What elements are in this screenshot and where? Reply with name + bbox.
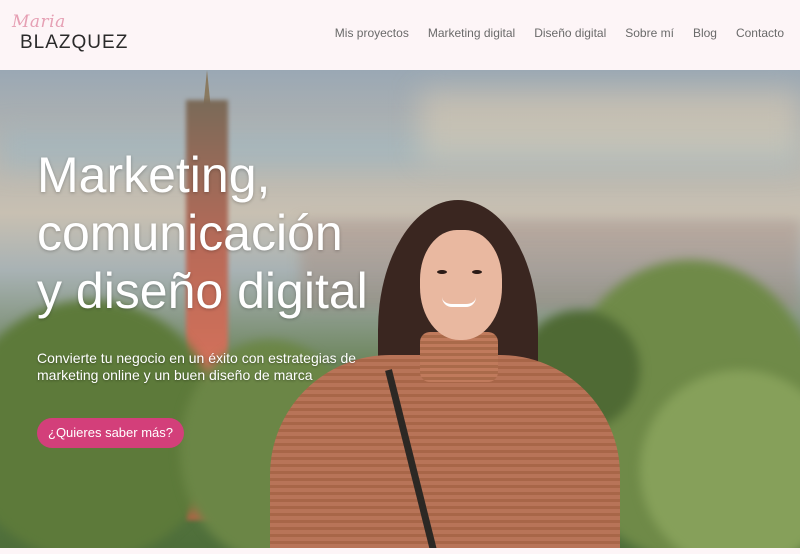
logo-script-text: Maria [12,12,66,32]
nav-item-marketing-digital[interactable]: Marketing digital [428,26,515,40]
cta-button[interactable]: ¿Quieres saber más? [37,418,184,448]
person-face [420,230,502,340]
logo-name-text: BLAZQUEZ [20,32,129,53]
hero-subtitle: Convierte tu negocio en un éxito con est… [37,350,357,383]
bottom-strip [0,548,800,554]
person-smile [442,297,476,307]
hero-title-line: y diseño digital [37,263,368,319]
main-nav: Mis proyectos Marketing digital Diseño d… [316,26,784,40]
hero-title-line: comunicación [37,205,343,261]
nav-item-blog[interactable]: Blog [693,26,717,40]
nav-item-diseno-digital[interactable]: Diseño digital [534,26,606,40]
nav-item-sobre-mi[interactable]: Sobre mí [625,26,674,40]
site-header: Maria BLAZQUEZ Mis proyectos Marketing d… [0,0,800,70]
sky-cloud [420,90,800,160]
hero-title-line: Marketing, [37,147,271,203]
nav-item-contacto[interactable]: Contacto [736,26,784,40]
person-eye [437,270,447,274]
hero-section: Marketing, comunicación y diseño digital… [0,70,800,548]
nav-item-mis-proyectos[interactable]: Mis proyectos [335,26,409,40]
site-logo[interactable]: Maria BLAZQUEZ [10,12,127,58]
person-eye [472,270,482,274]
hero-title: Marketing, comunicación y diseño digital [37,146,368,320]
